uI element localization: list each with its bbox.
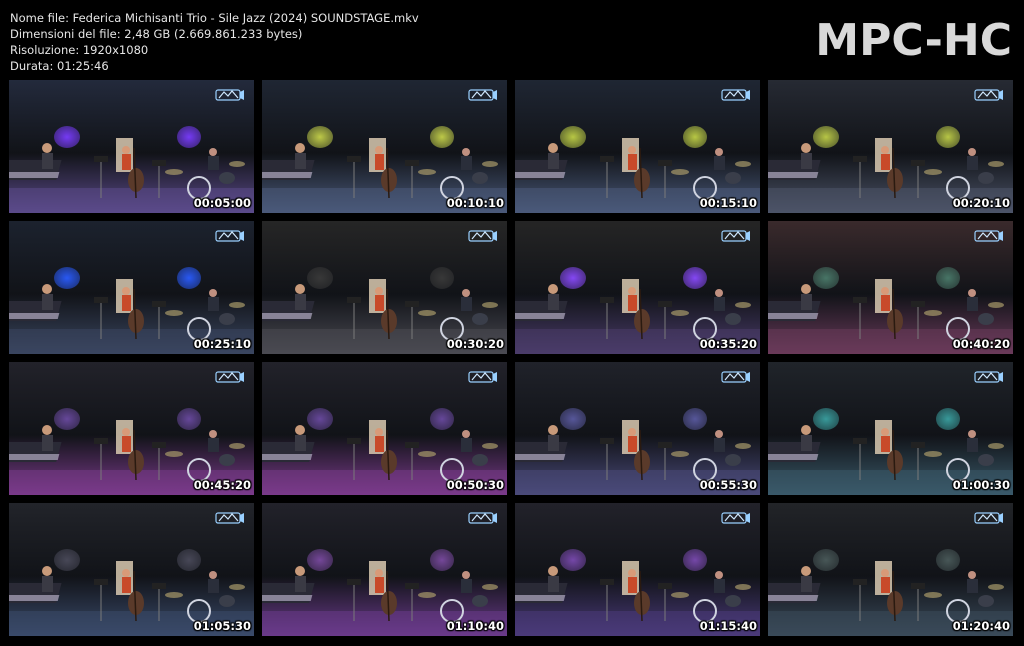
- channel-watermark-icon: [468, 89, 497, 101]
- timestamp-label: 00:15:10: [699, 196, 757, 210]
- file-size: Dimensioni del file: 2,48 GB (2.669.861.…: [10, 27, 303, 41]
- thumbnail-frame[interactable]: 01:20:40: [768, 503, 1013, 636]
- thumbnail-frame[interactable]: 00:30:20: [262, 221, 507, 354]
- timestamp-label: 01:00:30: [952, 478, 1010, 492]
- mpc-hc-logo: MPC-HC: [815, 15, 1012, 66]
- channel-watermark-icon: [468, 371, 497, 383]
- timestamp-label: 00:35:20: [699, 337, 757, 351]
- channel-watermark-icon: [215, 89, 244, 101]
- channel-watermark-icon: [215, 512, 244, 524]
- channel-watermark-icon: [721, 89, 750, 101]
- timestamp-label: 01:10:40: [446, 619, 504, 633]
- timestamp-label: 00:10:10: [446, 196, 504, 210]
- thumbnail-frame[interactable]: 00:10:10: [262, 80, 507, 213]
- file-duration: Durata: 01:25:46: [10, 59, 109, 73]
- thumbnail-frame[interactable]: 01:05:30: [9, 503, 254, 636]
- channel-watermark-icon: [468, 512, 497, 524]
- timestamp-label: 00:30:20: [446, 337, 504, 351]
- channel-watermark-icon: [721, 371, 750, 383]
- channel-watermark-icon: [974, 371, 1003, 383]
- thumbnail-frame[interactable]: 00:05:00: [9, 80, 254, 213]
- timestamp-label: 00:55:30: [699, 478, 757, 492]
- channel-watermark-icon: [721, 230, 750, 242]
- thumbnail-frame[interactable]: 01:15:40: [515, 503, 760, 636]
- channel-watermark-icon: [721, 512, 750, 524]
- file-resolution: Risoluzione: 1920x1080: [10, 43, 149, 57]
- thumbnail-frame[interactable]: 00:15:10: [515, 80, 760, 213]
- timestamp-label: 00:05:00: [193, 196, 251, 210]
- timestamp-label: 00:20:10: [952, 196, 1010, 210]
- thumbnail-frame[interactable]: 00:55:30: [515, 362, 760, 495]
- thumbnail-frame[interactable]: 01:10:40: [262, 503, 507, 636]
- channel-watermark-icon: [468, 230, 497, 242]
- thumbnail-frame[interactable]: 01:00:30: [768, 362, 1013, 495]
- timestamp-label: 00:40:20: [952, 337, 1010, 351]
- thumbnail-frame[interactable]: 00:20:10: [768, 80, 1013, 213]
- file-name: Nome file: Federica Michisanti Trio - Si…: [10, 11, 419, 25]
- channel-watermark-icon: [215, 371, 244, 383]
- timestamp-label: 00:25:10: [193, 337, 251, 351]
- thumbnail-frame[interactable]: 00:35:20: [515, 221, 760, 354]
- timestamp-label: 00:50:30: [446, 478, 504, 492]
- channel-watermark-icon: [974, 230, 1003, 242]
- thumbnail-grid: 00:05:00 00:10:10 00:15:10 00:20:10 00:2…: [9, 80, 1013, 636]
- thumbnail-frame[interactable]: 00:40:20: [768, 221, 1013, 354]
- channel-watermark-icon: [974, 512, 1003, 524]
- timestamp-label: 01:20:40: [952, 619, 1010, 633]
- timestamp-label: 00:45:20: [193, 478, 251, 492]
- timestamp-label: 01:15:40: [699, 619, 757, 633]
- timestamp-label: 01:05:30: [193, 619, 251, 633]
- file-info: Nome file: Federica Michisanti Trio - Si…: [10, 10, 419, 74]
- channel-watermark-icon: [215, 230, 244, 242]
- channel-watermark-icon: [974, 89, 1003, 101]
- thumbnail-frame[interactable]: 00:45:20: [9, 362, 254, 495]
- thumbnail-frame[interactable]: 00:25:10: [9, 221, 254, 354]
- thumbnail-frame[interactable]: 00:50:30: [262, 362, 507, 495]
